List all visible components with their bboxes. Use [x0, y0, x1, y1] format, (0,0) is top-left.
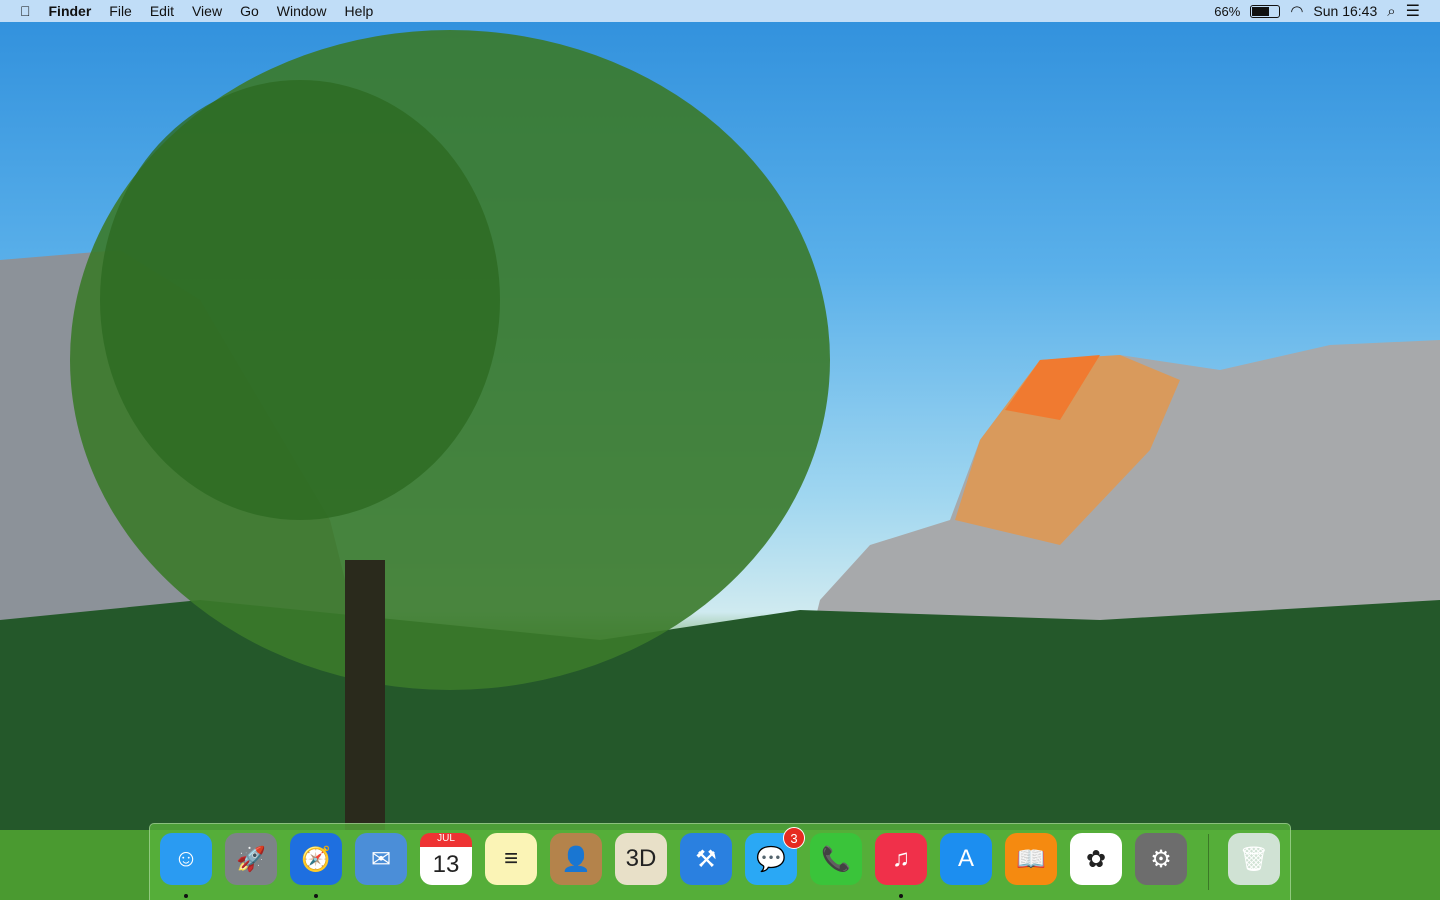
dock-system-preferences[interactable]: ⚙: [1135, 833, 1187, 885]
spotlight-search-icon[interactable]: ⌕: [1387, 3, 1395, 20]
trash-icon: 🗑: [1238, 845, 1270, 873]
maps-icon: 3D: [625, 845, 657, 872]
menu-help[interactable]: Help: [336, 0, 383, 22]
dock-trash[interactable]: 🗑: [1228, 833, 1280, 885]
mail-icon: ✉: [370, 845, 392, 873]
menu-view[interactable]: View: [183, 0, 231, 22]
battery-icon[interactable]: [1250, 4, 1281, 18]
contacts-icon: 👤: [561, 845, 591, 873]
dock-finder[interactable]: ☺: [160, 833, 212, 885]
notification-center-icon[interactable]: ☰: [1406, 1, 1420, 21]
desktop-wallpaper: [0, 0, 1440, 900]
menu-go[interactable]: Go: [231, 0, 268, 22]
menu-window[interactable]: Window: [268, 0, 336, 22]
photos-icon: ✿: [1085, 845, 1107, 873]
dock-facetime[interactable]: 📞: [810, 833, 862, 885]
dock-mail[interactable]: ✉: [355, 833, 407, 885]
wifi-icon[interactable]: ◠: [1290, 2, 1303, 20]
menu-app-finder[interactable]: Finder: [40, 0, 101, 22]
dock-app-store[interactable]: A: [940, 833, 992, 885]
running-indicator: [899, 894, 903, 898]
running-indicator: [184, 894, 188, 898]
clock[interactable]: Sun 16:43: [1313, 3, 1377, 19]
notification-badge: 3: [783, 827, 805, 849]
wallpaper-landscape: [0, 30, 1440, 900]
battery-percent[interactable]: 66%: [1214, 4, 1240, 19]
calendar-icon: 13: [432, 851, 460, 878]
dock-separator: [1208, 834, 1209, 890]
messages-icon: 💬: [756, 845, 786, 873]
facetime-icon: 📞: [821, 845, 851, 873]
running-indicator: [314, 894, 318, 898]
dock-ibooks[interactable]: 📖: [1005, 833, 1057, 885]
dock-safari[interactable]: 🧭: [290, 833, 342, 885]
dock-maps[interactable]: 3D: [615, 833, 667, 885]
menu-edit[interactable]: Edit: [141, 0, 183, 22]
xcode-icon: ⚒: [695, 845, 717, 873]
dock-contacts[interactable]: 👤: [550, 833, 602, 885]
dock-photos[interactable]: ✿: [1070, 833, 1122, 885]
dock-xcode[interactable]: ⚒: [680, 833, 732, 885]
itunes-icon: ♫: [892, 845, 910, 872]
launchpad-icon: 🚀: [236, 845, 266, 873]
menu-file[interactable]: File: [100, 0, 141, 22]
app-store-icon: A: [957, 845, 974, 872]
notes-icon: ≡: [503, 845, 518, 872]
menu-bar:  Finder File Edit View Go Window Help 6…: [0, 0, 1440, 22]
dock: 🗑 ☺ 🚀 🧭 ✉ JUL 13 ≡ 👤 3D ⚒ 💬 3 📞 ♫ A 📖 ✿ ⚙: [149, 823, 1291, 900]
dock-itunes[interactable]: ♫: [875, 833, 927, 885]
ibooks-icon: 📖: [1016, 845, 1046, 873]
finder-icon: ☺: [173, 845, 199, 872]
calendar-month: JUL: [420, 833, 472, 847]
dock-notes[interactable]: ≡: [485, 833, 537, 885]
dock-messages[interactable]: 💬 3: [745, 827, 805, 885]
apple-menu-icon[interactable]: : [0, 0, 40, 22]
system-preferences-icon: ⚙: [1150, 845, 1172, 873]
safari-icon: 🧭: [301, 845, 331, 873]
dock-launchpad[interactable]: 🚀: [225, 833, 277, 885]
dock-calendar[interactable]: JUL 13: [420, 833, 472, 885]
